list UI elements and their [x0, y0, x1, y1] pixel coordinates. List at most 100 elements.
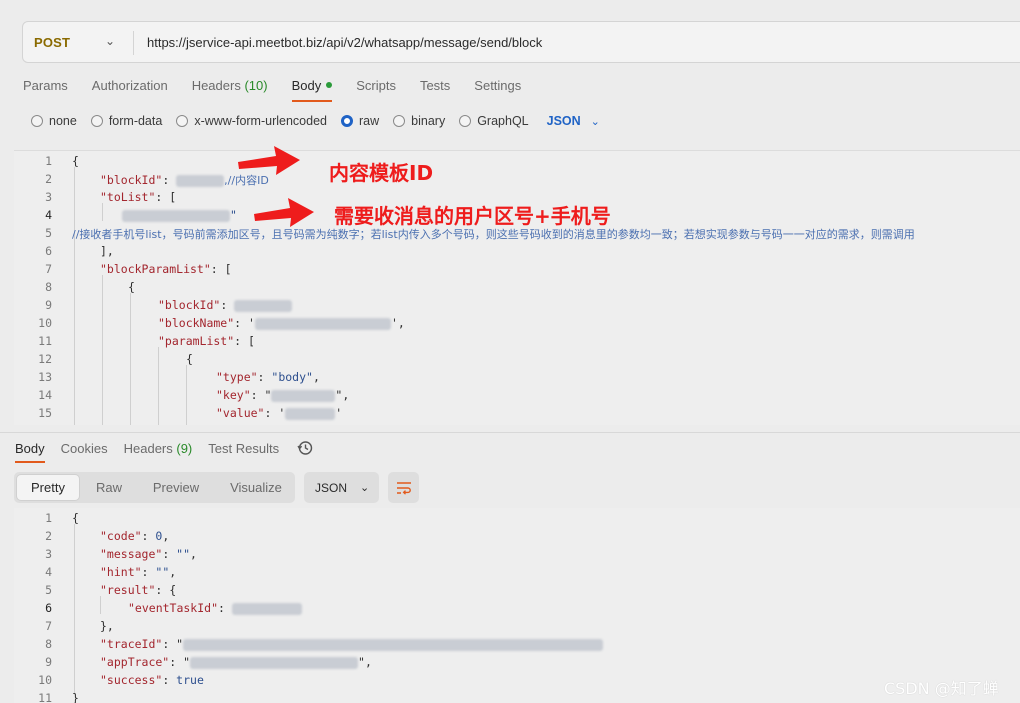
line-number: 11 — [38, 691, 52, 703]
code-line: "blockParamList": [ — [100, 262, 232, 276]
radio-none[interactable]: none — [31, 114, 77, 128]
tab-params[interactable]: Params — [23, 78, 68, 93]
radio-icon — [393, 115, 406, 127]
radio-graphql-label: GraphQL — [477, 114, 529, 128]
line-number: 5 — [45, 226, 52, 240]
code-line: "message": "", — [100, 547, 197, 561]
radio-icon — [90, 115, 103, 127]
annotation-template-id: 内容模板ID — [329, 161, 434, 185]
code-line: " — [122, 208, 237, 222]
raw-format-select[interactable]: JSON — [547, 114, 581, 128]
radio-raw[interactable]: raw — [341, 114, 379, 128]
view-raw-button[interactable]: Raw — [84, 475, 134, 500]
view-pretty-button[interactable]: Pretty — [17, 475, 79, 500]
wrap-lines-icon — [396, 481, 411, 495]
radio-binary[interactable]: binary — [393, 114, 445, 128]
tab-response-body[interactable]: Body — [15, 441, 45, 463]
code-line: "paramList": [ — [158, 334, 255, 348]
radio-icon — [31, 115, 43, 127]
tab-headers-label: Headers — [191, 78, 241, 93]
method-select[interactable]: POST — [34, 35, 70, 50]
tab-tests[interactable]: Tests — [420, 78, 450, 93]
tab-response-headers-label: Headers — [123, 440, 173, 456]
tab-cookies[interactable]: Cookies — [61, 441, 108, 456]
body-type-options: none form-data x-www-form-urlencoded raw… — [31, 114, 600, 128]
radio-none-label: none — [49, 114, 77, 128]
line-number: 10 — [38, 673, 52, 687]
code-line: }, — [100, 619, 114, 633]
line-number: 11 — [38, 334, 52, 348]
line-number: 8 — [45, 637, 52, 651]
request-body-editor[interactable]: 1 2 3 4 5 6 7 8 9 10 11 12 13 14 15 { "b… — [14, 150, 1020, 425]
code-line: { — [72, 154, 79, 168]
history-icon[interactable] — [297, 440, 313, 456]
redacted-value — [183, 638, 604, 651]
headers-count: (10) — [244, 78, 268, 93]
code-line: { — [186, 352, 193, 366]
annotation-phone: 需要收消息的用户区号+手机号 — [334, 204, 611, 228]
tab-response-headers[interactable]: Headers (9) — [124, 441, 193, 456]
radio-form-data-label: form-data — [108, 114, 163, 128]
radio-graphql[interactable]: GraphQL — [459, 114, 529, 128]
wrap-lines-button[interactable] — [388, 472, 419, 503]
radio-form-data[interactable]: form-data — [90, 114, 163, 128]
line-number: 1 — [45, 511, 52, 525]
view-preview-button[interactable]: Preview — [140, 475, 212, 500]
tab-test-results[interactable]: Test Results — [208, 441, 279, 456]
redacted-value — [231, 602, 302, 615]
chevron-down-icon[interactable]: ⌄ — [591, 115, 600, 128]
response-format-select[interactable]: JSON ⌄ — [304, 472, 379, 503]
code-line: "blockId": — [158, 298, 293, 312]
chevron-down-icon[interactable]: ⌄ — [105, 34, 115, 48]
tab-authorization[interactable]: Authorization — [92, 78, 168, 93]
line-number: 9 — [45, 655, 52, 669]
radio-binary-label: binary — [411, 114, 446, 128]
line-number: 7 — [45, 619, 52, 633]
line-number: 15 — [38, 406, 52, 420]
line-number: 3 — [45, 547, 52, 561]
tab-headers[interactable]: Headers (10) — [192, 78, 268, 93]
line-number: 9 — [45, 298, 52, 312]
redacted-value — [271, 389, 336, 402]
line-number: 6 — [45, 601, 52, 615]
code-line: "blockName": ' ', — [158, 316, 405, 330]
code-line: "eventTaskId": — [128, 601, 302, 615]
line-number: 14 — [38, 388, 52, 402]
code-line: "key": " ", — [216, 388, 350, 402]
radio-urlencoded[interactable]: x-www-form-urlencoded — [176, 114, 327, 128]
tab-body[interactable]: Body — [291, 78, 333, 102]
line-number: 3 — [45, 190, 52, 204]
url-input[interactable]: https://jservice-api.meetbot.biz/api/v2/… — [147, 35, 542, 50]
indent-guide — [158, 347, 159, 425]
chevron-down-icon: ⌄ — [360, 482, 370, 494]
divider — [133, 31, 134, 55]
annotation-arrow — [254, 198, 314, 227]
redacted-value — [285, 407, 336, 420]
redacted-value — [190, 656, 359, 669]
code-line: "appTrace": " ", — [100, 655, 372, 669]
code-line: ], — [100, 244, 114, 258]
tab-scripts[interactable]: Scripts — [356, 78, 396, 93]
tab-settings[interactable]: Settings — [474, 78, 521, 93]
code-line: "traceId": " — [100, 637, 604, 651]
indent-guide — [130, 293, 131, 425]
indent-guide — [74, 167, 75, 425]
response-body-viewer[interactable]: 1 2 3 4 5 6 7 8 9 10 11 { "code": 0, "me… — [14, 508, 1020, 703]
line-number: 1 — [45, 154, 52, 168]
line-number: 4 — [45, 565, 52, 579]
body-indicator-dot — [326, 81, 333, 88]
watermark: CSDN @知了蝉 — [884, 679, 999, 698]
radio-selected-icon — [341, 115, 353, 127]
redacted-value — [122, 209, 230, 222]
response-format-label: JSON — [315, 480, 348, 495]
radio-urlencoded-label: x-www-form-urlencoded — [194, 114, 327, 128]
view-visualize-button[interactable]: Visualize — [218, 475, 294, 500]
view-mode-segment: Pretty Raw Preview Visualize — [14, 472, 295, 503]
redacted-value — [234, 299, 293, 312]
line-number: 10 — [38, 316, 52, 330]
line-number: 12 — [38, 352, 52, 366]
code-line: "hint": "", — [100, 565, 177, 579]
redacted-value — [254, 317, 391, 330]
code-line: "result": { — [100, 583, 177, 597]
code-line: "toList": [ — [100, 190, 177, 204]
